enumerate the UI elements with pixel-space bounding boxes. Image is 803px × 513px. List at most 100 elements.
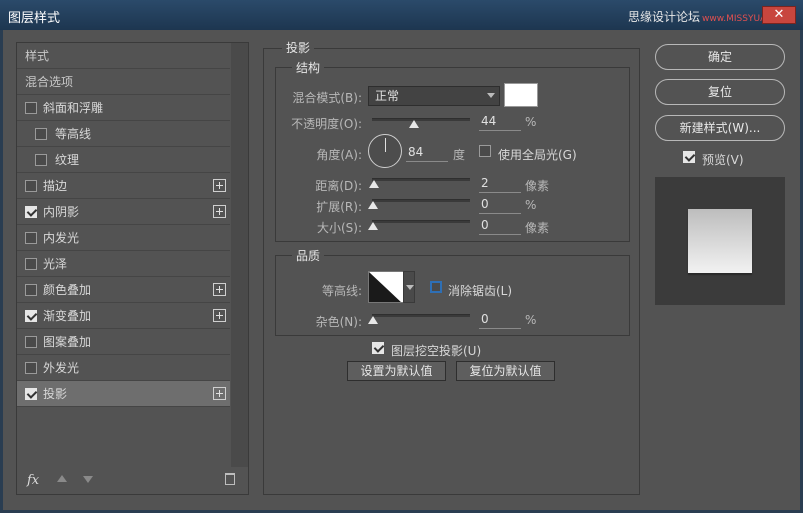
close-button[interactable]: ✕ [762, 6, 796, 24]
contour-curve [369, 272, 403, 302]
move-up-icon[interactable] [57, 475, 67, 482]
angle-label: 角度(A): [316, 148, 362, 162]
styles-panel: 样式 混合选项 斜面和浮雕 等高线 纹理 描边 内阴影 内发光 光泽 颜色叠加 … [16, 42, 249, 495]
style-item-gradient-overlay[interactable]: 渐变叠加 [17, 303, 230, 329]
angle-input[interactable]: 84 [406, 144, 448, 162]
angle-dial[interactable] [368, 134, 402, 168]
styles-scrollbar[interactable] [231, 43, 248, 467]
bevel-emboss-checkbox[interactable] [25, 102, 37, 114]
make-default-button[interactable]: 设置为默认值 [347, 361, 446, 381]
texture-label: 纹理 [55, 153, 80, 167]
style-item-bevel-emboss[interactable]: 斜面和浮雕 [17, 95, 230, 121]
pattern-overlay-checkbox[interactable] [25, 336, 37, 348]
size-input[interactable]: 0 [479, 217, 521, 235]
texture-checkbox[interactable] [35, 154, 47, 166]
shadow-color-swatch[interactable] [504, 83, 538, 107]
add-inner-shadow-icon[interactable] [213, 205, 226, 218]
style-item-pattern-overlay[interactable]: 图案叠加 [17, 329, 230, 355]
size-slider[interactable] [372, 220, 470, 223]
distance-unit: 像素 [525, 179, 550, 193]
add-stroke-icon[interactable] [213, 179, 226, 192]
style-item-contour[interactable]: 等高线 [17, 121, 230, 147]
distance-label: 距离(D): [315, 179, 362, 193]
drop-shadow-label: 投影 [43, 387, 68, 401]
style-item-satin[interactable]: 光泽 [17, 251, 230, 277]
contour-checkbox[interactable] [35, 128, 47, 140]
blend-mode-select[interactable]: 正常 [368, 86, 500, 106]
inner-shadow-label: 内阴影 [43, 205, 80, 219]
satin-checkbox[interactable] [25, 258, 37, 270]
window-title: 图层样式 [8, 11, 61, 26]
gradient-overlay-label: 渐变叠加 [43, 309, 92, 323]
reset-default-button[interactable]: 复位为默认值 [456, 361, 555, 381]
blending-options-label: 混合选项 [25, 75, 74, 89]
watermark-text: 思缘设计论坛 [628, 10, 701, 24]
styles-header[interactable]: 样式 [17, 43, 230, 69]
chevron-down-icon [487, 93, 495, 98]
add-gradient-overlay-icon[interactable] [213, 309, 226, 322]
size-label: 大小(S): [316, 221, 362, 235]
distance-slider[interactable] [372, 178, 470, 181]
spread-label: 扩展(R): [316, 200, 362, 214]
opacity-slider[interactable] [372, 118, 470, 121]
add-color-overlay-icon[interactable] [213, 283, 226, 296]
noise-slider[interactable] [372, 314, 470, 317]
pattern-overlay-label: 图案叠加 [43, 335, 92, 349]
stroke-checkbox[interactable] [25, 180, 37, 192]
style-item-inner-glow[interactable]: 内发光 [17, 225, 230, 251]
size-slider-thumb[interactable] [368, 222, 378, 230]
opacity-slider-thumb[interactable] [409, 120, 419, 128]
preview-label: 预览(V) [702, 153, 744, 167]
drop-shadow-checkbox[interactable] [25, 388, 37, 400]
style-item-texture[interactable]: 纹理 [17, 147, 230, 173]
contour-label: 等高线: [321, 284, 362, 298]
color-overlay-checkbox[interactable] [25, 284, 37, 296]
global-light-label: 使用全局光(G) [498, 148, 577, 162]
fx-icon[interactable]: fx [27, 473, 39, 488]
quality-title: 品质 [292, 247, 325, 264]
noise-label: 杂色(N): [315, 315, 362, 329]
knockout-label: 图层挖空投影(U) [391, 344, 482, 358]
contour-label: 等高线 [55, 127, 92, 141]
size-unit: 像素 [525, 221, 550, 235]
ok-button[interactable]: 确定 [655, 44, 785, 70]
style-item-drop-shadow[interactable]: 投影 [17, 381, 230, 407]
style-preview [655, 177, 785, 305]
contour-dropdown[interactable] [403, 271, 415, 303]
contour-preview[interactable] [368, 271, 404, 303]
bevel-emboss-label: 斜面和浮雕 [43, 101, 104, 115]
spread-unit: % [525, 198, 537, 212]
style-item-color-overlay[interactable]: 颜色叠加 [17, 277, 230, 303]
outer-glow-checkbox[interactable] [25, 362, 37, 374]
inner-glow-checkbox[interactable] [25, 232, 37, 244]
structure-title: 结构 [292, 59, 325, 76]
antialias-label: 消除锯齿(L) [448, 284, 513, 298]
styles-header-label: 样式 [25, 49, 50, 63]
antialias-checkbox[interactable] [430, 281, 442, 293]
noise-slider-thumb[interactable] [368, 316, 378, 324]
gradient-overlay-checkbox[interactable] [25, 310, 37, 322]
style-item-inner-shadow[interactable]: 内阴影 [17, 199, 230, 225]
preview-swatch [688, 209, 752, 273]
angle-unit: 度 [453, 148, 466, 162]
distance-input[interactable]: 2 [479, 175, 521, 193]
noise-input[interactable]: 0 [479, 311, 521, 329]
spread-input[interactable]: 0 [479, 196, 521, 214]
add-drop-shadow-icon[interactable] [213, 387, 226, 400]
global-light-checkbox[interactable] [479, 145, 491, 157]
inner-shadow-checkbox[interactable] [25, 206, 37, 218]
knockout-checkbox[interactable] [372, 342, 384, 354]
opacity-input[interactable]: 44 [479, 113, 521, 131]
spread-slider[interactable] [372, 199, 470, 202]
reset-button[interactable]: 复位 [655, 79, 785, 105]
blending-options-item[interactable]: 混合选项 [17, 69, 230, 95]
new-style-button[interactable]: 新建样式(W)... [655, 115, 785, 141]
style-item-outer-glow[interactable]: 外发光 [17, 355, 230, 381]
move-down-icon[interactable] [83, 476, 93, 483]
preview-checkbox[interactable] [683, 151, 695, 163]
spread-slider-thumb[interactable] [368, 201, 378, 209]
inner-glow-label: 内发光 [43, 231, 80, 245]
trash-icon[interactable] [225, 473, 235, 485]
style-item-stroke[interactable]: 描边 [17, 173, 230, 199]
distance-slider-thumb[interactable] [369, 180, 379, 188]
